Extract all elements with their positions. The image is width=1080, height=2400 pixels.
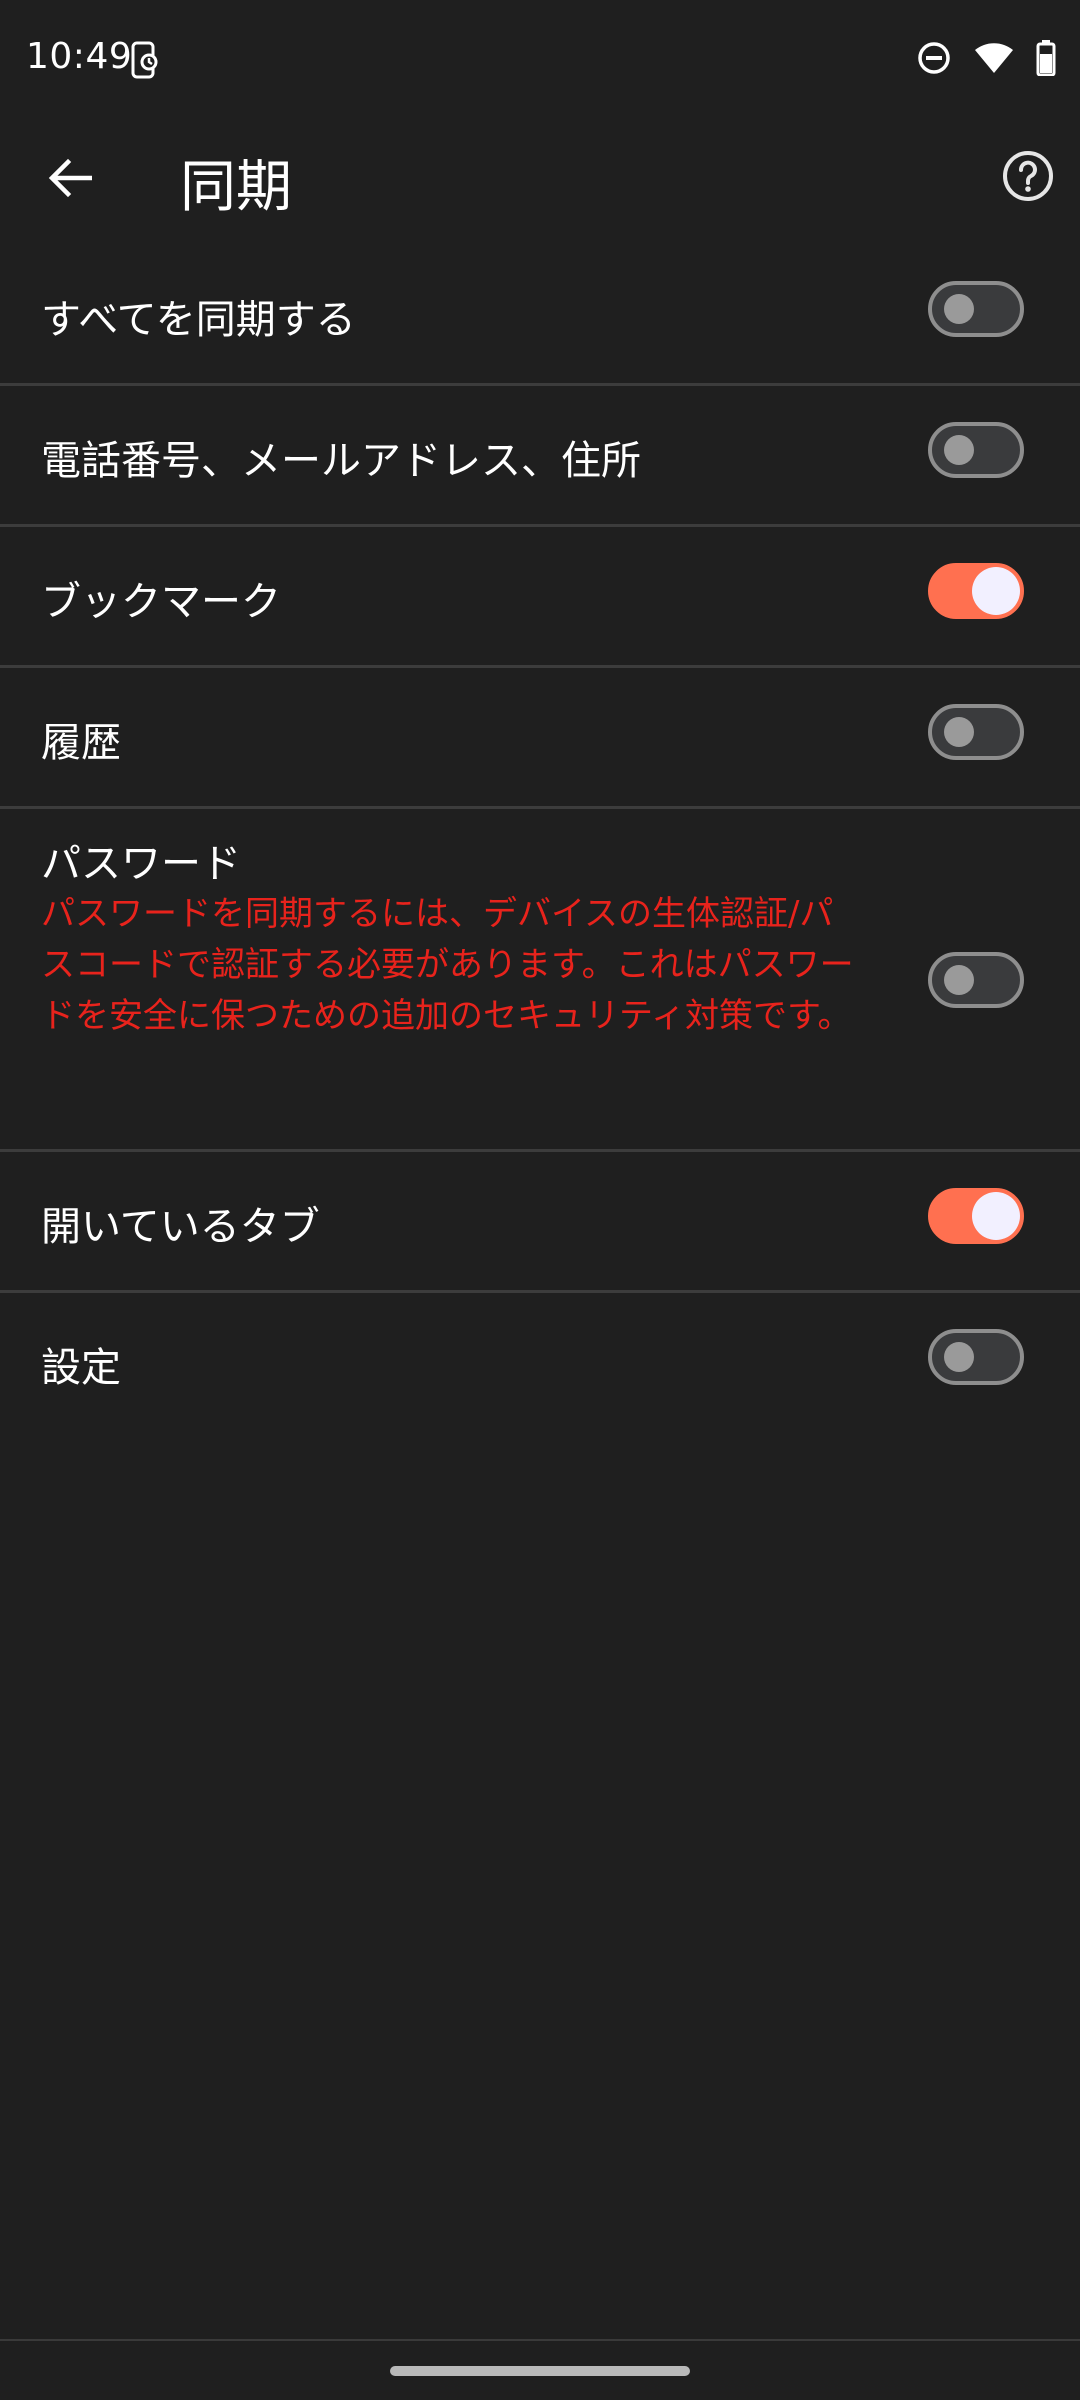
help-button[interactable] <box>998 148 1058 208</box>
sync-settings-list: すべてを同期する 電話番号、メールアドレス、住所 ブックマーク 履歴 パスワード… <box>0 245 1080 1431</box>
toggle-knob <box>944 435 974 465</box>
toggle-knob <box>944 1342 974 1372</box>
setting-label: 電話番号、メールアドレス、住所 <box>41 438 641 484</box>
do-not-disturb-icon <box>916 40 952 80</box>
status-bar: 10:49 <box>0 0 1080 120</box>
setting-row-addresses[interactable]: 電話番号、メールアドレス、住所 <box>0 386 1080 527</box>
setting-row-sync-all[interactable]: すべてを同期する <box>0 245 1080 386</box>
app-bar: 同期 <box>0 120 1080 235</box>
battery-icon <box>1036 40 1056 80</box>
arrow-left-icon <box>48 158 93 202</box>
setting-label: 履歴 <box>41 720 121 766</box>
history-toggle[interactable] <box>928 704 1024 760</box>
setting-row-history[interactable]: 履歴 <box>0 668 1080 809</box>
wifi-icon <box>974 41 1014 79</box>
passwords-toggle[interactable] <box>928 952 1024 1008</box>
setting-row-passwords[interactable]: パスワード パスワードを同期するには、デバイスの生体認証/パスコードで認証する必… <box>0 809 1080 1152</box>
toggle-knob <box>972 1192 1020 1240</box>
screenshot-phone-icon <box>128 40 162 80</box>
back-button[interactable] <box>30 140 110 220</box>
setting-row-settings[interactable]: 設定 <box>0 1293 1080 1431</box>
addresses-toggle[interactable] <box>928 422 1024 478</box>
status-icons <box>916 40 1056 80</box>
bookmarks-toggle[interactable] <box>928 563 1024 619</box>
settings-toggle[interactable] <box>928 1329 1024 1385</box>
gesture-nav-handle[interactable] <box>390 2366 690 2376</box>
setting-label: 設定 <box>41 1345 121 1391</box>
setting-label: ブックマーク <box>41 579 281 625</box>
toggle-knob <box>944 717 974 747</box>
status-time: 10:49 <box>26 36 133 77</box>
toggle-knob <box>944 965 974 995</box>
setting-label: パスワード <box>41 841 241 887</box>
sync-all-toggle[interactable] <box>928 281 1024 337</box>
nav-divider <box>0 2339 1080 2341</box>
setting-label: 開いているタブ <box>41 1204 320 1250</box>
password-warning-text: パスワードを同期するには、デバイスの生体認証/パスコードで認証する必要があります… <box>41 894 854 1036</box>
toggle-knob <box>944 294 974 324</box>
page-title: 同期 <box>180 155 292 220</box>
setting-row-open-tabs[interactable]: 開いているタブ <box>0 1152 1080 1293</box>
help-circle-icon <box>1002 150 1054 206</box>
toggle-knob <box>972 567 1020 615</box>
setting-label: すべてを同期する <box>41 297 356 343</box>
setting-row-bookmarks[interactable]: ブックマーク <box>0 527 1080 668</box>
open-tabs-toggle[interactable] <box>928 1188 1024 1244</box>
